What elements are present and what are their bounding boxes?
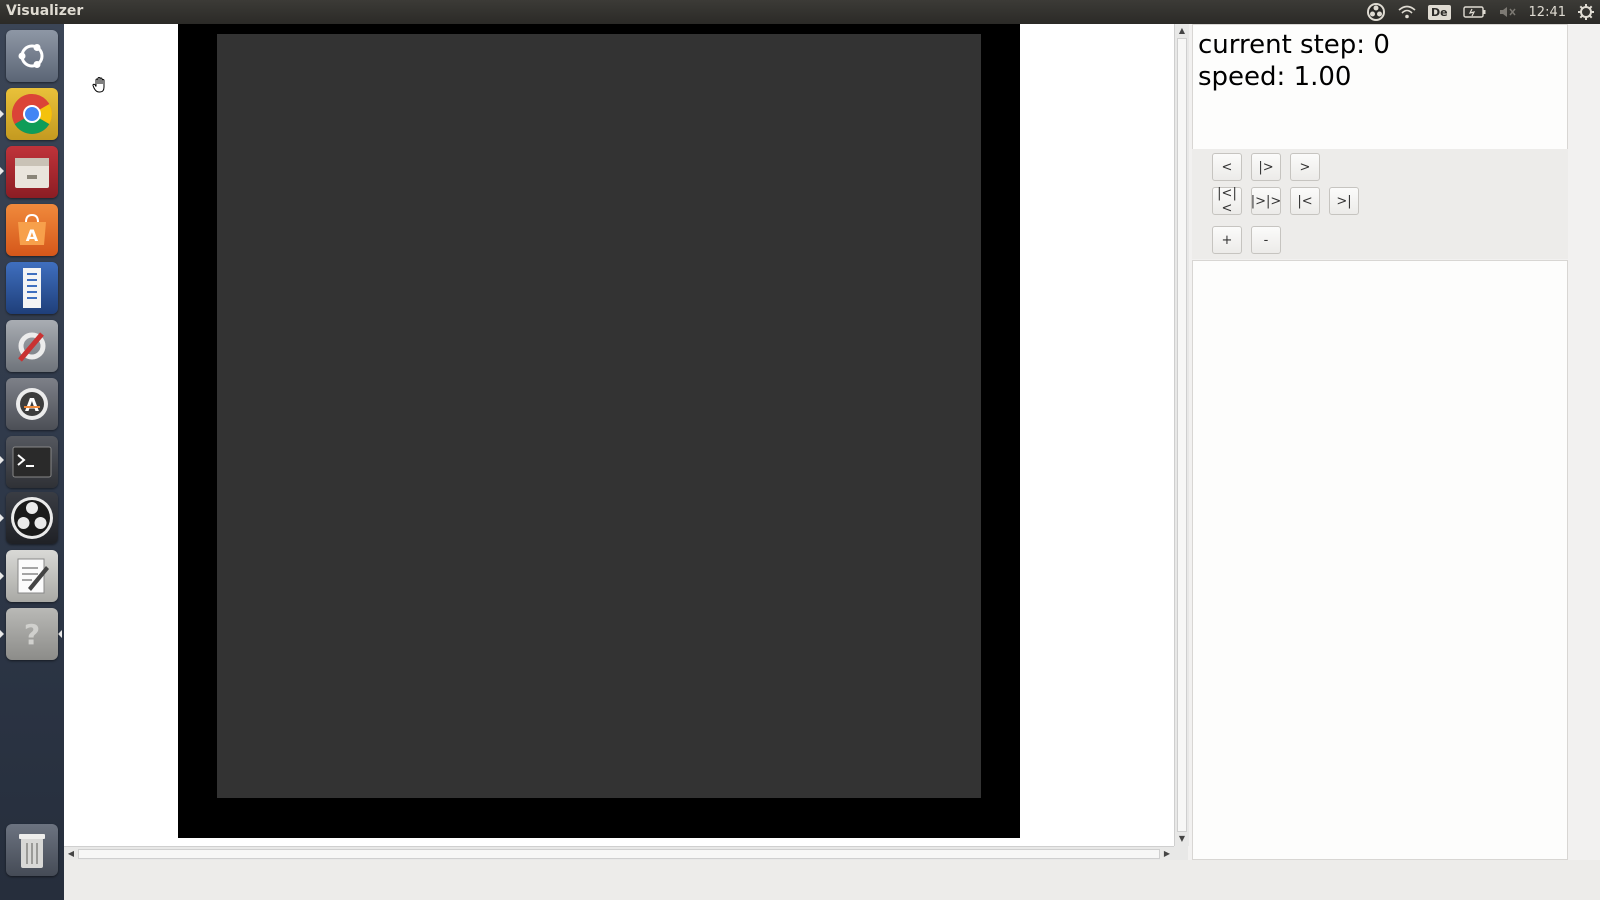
scroll-left-arrow-icon[interactable]: ◀ — [66, 849, 76, 859]
info-panel: current step: 0 speed: 1.00 — [1192, 24, 1568, 150]
visualizer-canvas[interactable] — [64, 24, 1174, 846]
top-panel: Visualizer De 12:41 — [0, 0, 1600, 24]
step-forward-button[interactable]: > — [1290, 153, 1320, 181]
text-editor-icon[interactable] — [6, 550, 58, 602]
running-indicator — [0, 514, 4, 522]
board-frame — [178, 24, 1020, 838]
vertical-scrollbar[interactable]: ▲ ▼ — [1174, 24, 1189, 846]
gear-icon[interactable] — [1578, 4, 1594, 20]
obs-icon[interactable] — [6, 492, 58, 544]
battery-icon[interactable] — [1462, 5, 1487, 19]
help-icon[interactable]: ? — [6, 608, 58, 660]
updater-icon[interactable]: A — [6, 378, 58, 430]
hand-cursor-icon — [92, 76, 108, 98]
launcher: A A ? — [0, 24, 64, 900]
playback-controls: < |> > |<|< |>|> |< >| + - — [1192, 149, 1568, 259]
svg-text:A: A — [25, 395, 39, 416]
chrome-icon[interactable] — [6, 88, 58, 140]
file-manager-icon[interactable] — [6, 146, 58, 198]
keyboard-language-indicator[interactable]: De — [1427, 4, 1451, 20]
go-to-start-button[interactable]: |< — [1290, 187, 1320, 215]
running-indicator — [0, 167, 4, 175]
go-to-end-button[interactable]: >| — [1329, 187, 1359, 215]
running-indicator — [0, 110, 4, 118]
reverse-play-button[interactable]: |<|< — [1212, 186, 1242, 216]
settings-icon[interactable] — [6, 320, 58, 372]
fast-forward-button[interactable]: |>|> — [1251, 187, 1281, 215]
horizontal-scroll-thumb[interactable] — [78, 849, 1160, 859]
speed-label: speed: 1.00 — [1198, 62, 1352, 92]
obs-tray-icon[interactable] — [1366, 2, 1386, 22]
play-button[interactable]: |> — [1251, 153, 1281, 181]
terminal-icon[interactable] — [6, 436, 58, 488]
ubuntu-logo-icon[interactable] — [6, 30, 58, 82]
focused-indicator — [58, 630, 62, 638]
software-center-icon[interactable]: A — [6, 204, 58, 256]
clock[interactable]: 12:41 — [1529, 5, 1566, 20]
running-indicator — [0, 572, 4, 580]
scroll-down-arrow-icon[interactable]: ▼ — [1177, 834, 1187, 844]
window-title: Visualizer — [6, 3, 84, 19]
volume-muted-icon[interactable] — [1499, 5, 1517, 19]
running-indicator — [0, 456, 4, 464]
board-grid[interactable] — [217, 34, 981, 798]
current-step-label: current step: 0 — [1198, 30, 1390, 60]
svg-text:?: ? — [24, 618, 40, 651]
output-panel — [1192, 260, 1568, 860]
scroll-corner — [1174, 846, 1188, 860]
wifi-icon[interactable] — [1398, 5, 1416, 19]
vertical-scroll-thumb[interactable] — [1177, 38, 1187, 832]
scroll-up-arrow-icon[interactable]: ▲ — [1177, 26, 1187, 36]
trash-icon[interactable] — [6, 824, 58, 876]
scroll-right-arrow-icon[interactable]: ▶ — [1162, 849, 1172, 859]
step-back-button[interactable]: < — [1212, 153, 1242, 181]
horizontal-scrollbar[interactable]: ◀ ▶ — [64, 846, 1174, 861]
document-icon[interactable] — [6, 262, 58, 314]
status-strip — [64, 860, 1600, 900]
speed-up-button[interactable]: + — [1212, 226, 1242, 254]
running-indicator — [0, 630, 4, 638]
system-tray: De 12:41 — [1366, 0, 1600, 24]
svg-text:A: A — [26, 226, 39, 245]
slow-down-button[interactable]: - — [1251, 226, 1281, 254]
